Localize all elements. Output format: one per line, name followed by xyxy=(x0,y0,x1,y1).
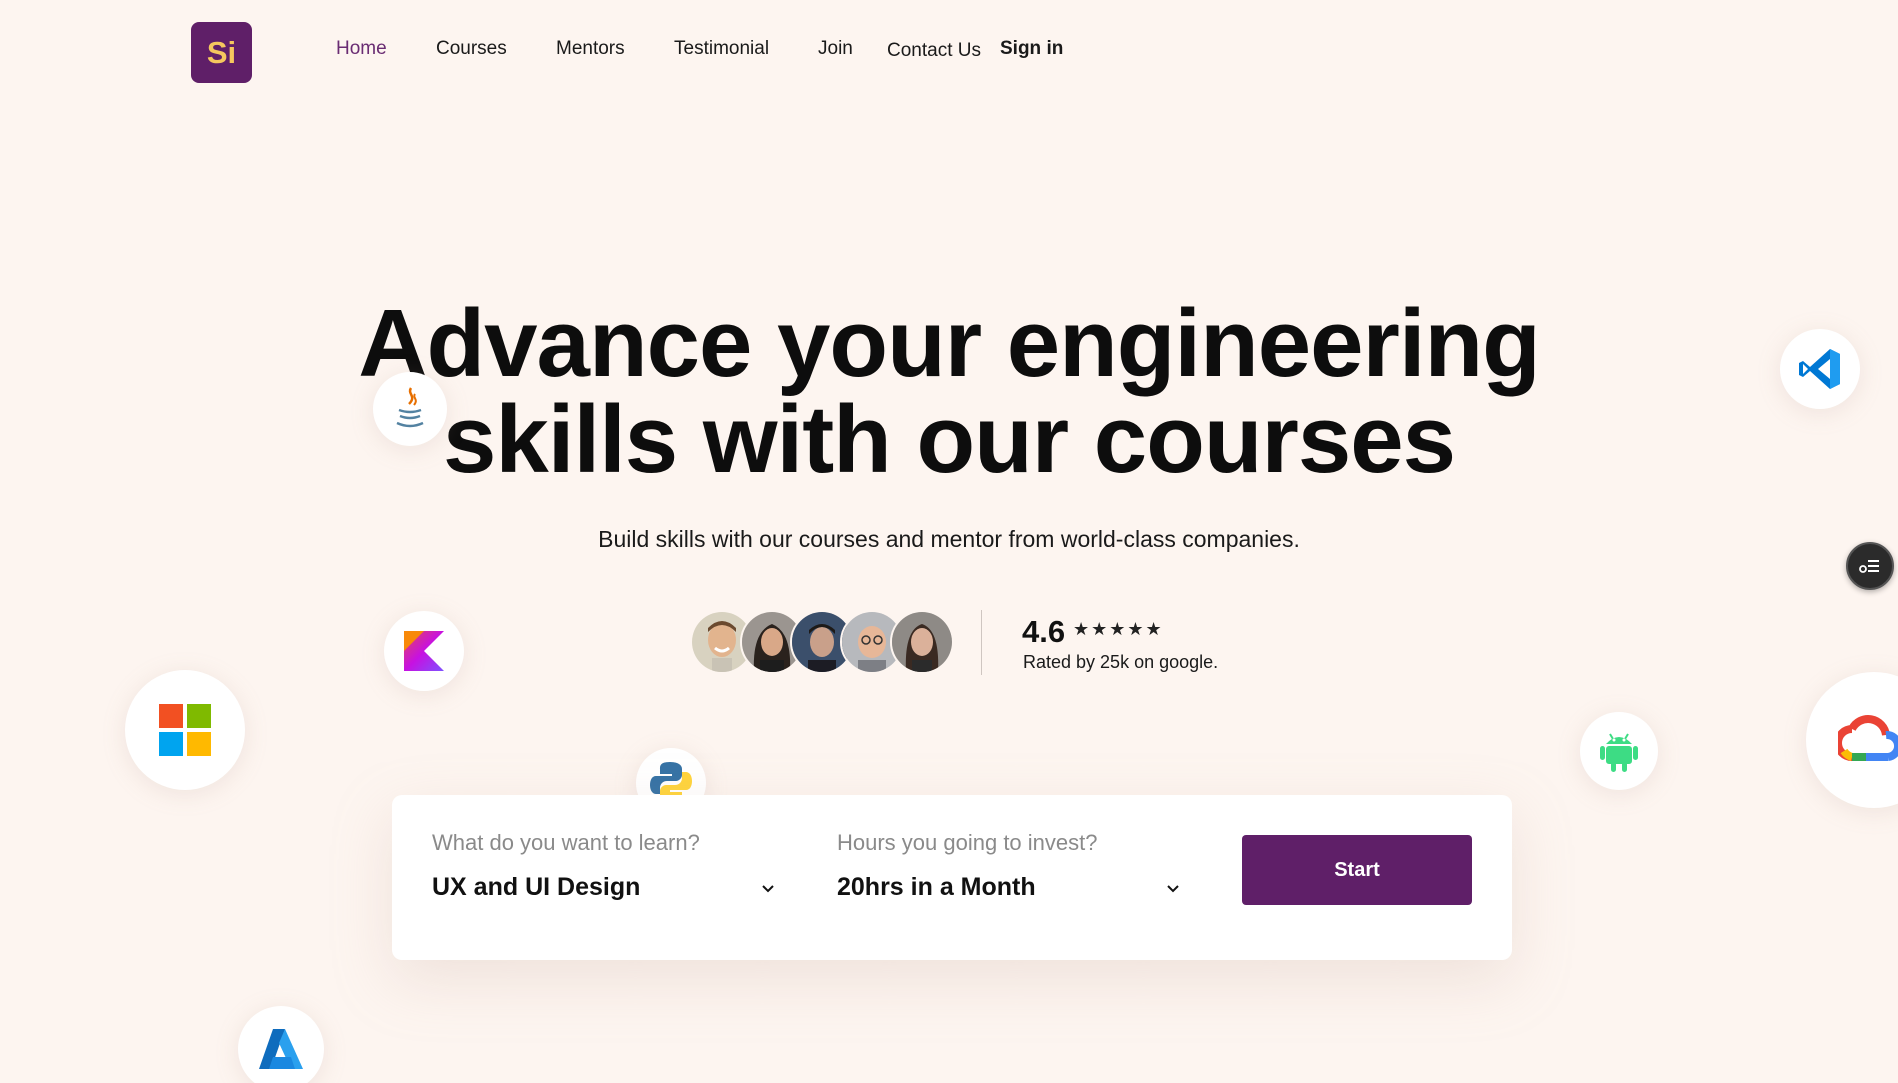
nav-testimonial[interactable]: Testimonial xyxy=(674,38,769,60)
nav-courses[interactable]: Courses xyxy=(436,38,507,60)
chevron-down-icon xyxy=(1167,885,1179,893)
hero-title: Advance your engineering skills with our… xyxy=(0,296,1898,488)
mentor-avatars xyxy=(690,610,954,674)
list-settings-icon xyxy=(1859,560,1879,573)
rating-value: 4.6 xyxy=(1022,614,1066,649)
hero-subtitle: Build skills with our courses and mentor… xyxy=(598,526,1300,552)
start-button[interactable]: Start xyxy=(1242,835,1472,905)
brand-logo[interactable]: Si xyxy=(191,22,252,83)
microsoft-icon xyxy=(125,670,245,790)
hero-title-line-2: skills with our courses xyxy=(443,386,1456,493)
hours-select[interactable]: 20hrs in a Month xyxy=(837,865,1197,909)
rating-text: Rated by 25k on google. xyxy=(1023,652,1219,672)
java-icon xyxy=(373,372,447,446)
chevron-down-icon xyxy=(762,885,774,893)
hours-select-value: 20hrs in a Month xyxy=(837,873,1036,901)
hero-title-line-1: Advance your engineering xyxy=(358,290,1541,397)
google-cloud-icon xyxy=(1806,672,1898,808)
course-finder-card: What do you want to learn? UX and UI Des… xyxy=(392,795,1512,960)
nav-mentors[interactable]: Mentors xyxy=(556,38,625,60)
learn-select[interactable]: UX and UI Design xyxy=(432,865,792,909)
nav-home[interactable]: Home xyxy=(336,38,387,60)
learn-select-value: UX and UI Design xyxy=(432,873,641,901)
android-icon xyxy=(1580,712,1658,790)
nav-join[interactable]: Join xyxy=(818,38,853,60)
nav-contact-us[interactable]: Contact Us xyxy=(887,40,981,62)
rating-stars: ★★★★★ xyxy=(1073,619,1164,639)
azure-icon xyxy=(238,1006,324,1083)
side-menu-button[interactable] xyxy=(1846,542,1894,590)
kotlin-icon xyxy=(384,611,464,691)
sign-in-link[interactable]: Sign in xyxy=(1000,38,1063,60)
hours-field-label: Hours you going to invest? xyxy=(837,830,1098,855)
rating-divider xyxy=(981,610,982,675)
vscode-icon xyxy=(1780,329,1860,409)
landing-page: Si Home Courses Mentors Testimonial Join… xyxy=(0,0,1898,1083)
avatar xyxy=(890,610,954,674)
learn-field-label: What do you want to learn? xyxy=(432,830,700,855)
